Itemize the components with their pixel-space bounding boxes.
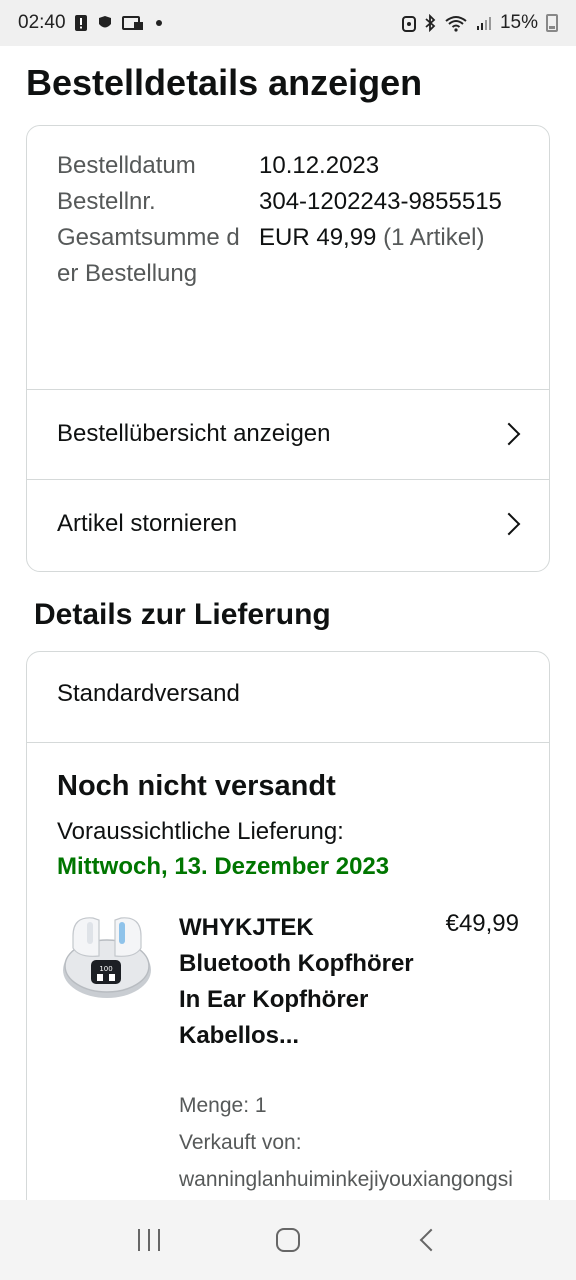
status-time: 02:40 — [18, 12, 66, 33]
shipment-status: Noch nicht versandt — [57, 770, 336, 802]
recents-icon — [138, 1229, 161, 1251]
battery-icon — [546, 14, 558, 32]
alert-icon — [74, 15, 87, 31]
sold-by-label: Verkauft von: — [179, 1131, 302, 1154]
order-total-items: (1 Artikel) — [383, 224, 485, 251]
alarm-icon — [401, 16, 416, 32]
order-total-value: EUR 49,99 — [259, 224, 377, 251]
product-price: €49,99 — [445, 910, 519, 937]
home-icon — [275, 1228, 300, 1252]
cast-icon — [121, 16, 143, 30]
wifi-icon — [445, 16, 467, 32]
battery-percent: 15% — [499, 12, 538, 33]
order-number-label: Bestellnr. — [57, 188, 156, 215]
order-info-grid: Bestelldatum 10.12.2023 Bestellnr. 304-1… — [57, 148, 525, 292]
seller-name[interactable]: wanninglanhuiminkejiyouxiangongsi — [179, 1168, 513, 1192]
status-bar: 02:40 15% — [0, 0, 576, 46]
page-title: Bestelldetails anzeigen — [26, 62, 423, 103]
product-quantity: Menge: 1 — [179, 1094, 267, 1117]
divider — [27, 742, 549, 743]
signal-icon — [476, 17, 491, 30]
case-display-value: 100 — [99, 965, 112, 973]
chevron-right-icon — [497, 422, 521, 446]
order-total-row: Gesamtsumme der Bestellung EUR 49,99 (1 … — [57, 220, 525, 292]
order-date-value: 10.12.2023 — [259, 152, 380, 179]
cancel-items-label: Artikel stornieren — [57, 510, 238, 537]
delivery-card: Standardversand Noch nicht versandt Vora… — [26, 651, 550, 1280]
notification-dot — [155, 20, 162, 26]
order-number-row: Bestellnr. 304-1202243-9855515 — [57, 184, 525, 220]
system-nav-bar — [0, 1200, 576, 1280]
recents-button[interactable] — [119, 1210, 179, 1270]
order-number-value: 304-1202243-9855515 — [259, 188, 502, 215]
order-total-value-wrap: EUR 49,99 (1 Artikel) — [259, 220, 484, 292]
status-bar-left: 02:40 — [18, 12, 162, 34]
status-bar-right: 15% — [401, 12, 558, 34]
delivery-eta-date: Mittwoch, 13. Dezember 2023 — [57, 853, 390, 880]
back-icon — [419, 1228, 442, 1252]
home-button[interactable] — [258, 1210, 318, 1270]
order-total-label: Gesamtsumme der Bestellung — [57, 224, 240, 287]
delivery-section-title: Details zur Lieferung — [34, 598, 331, 631]
bluetooth-icon — [425, 14, 436, 32]
product-title-link[interactable]: WHYKJTEK Bluetooth Kopfhörer In Ear Kopf… — [179, 910, 419, 1054]
shipping-method: Standardversand — [57, 680, 240, 707]
chevron-right-icon — [497, 512, 521, 536]
order-info-card: Bestelldatum 10.12.2023 Bestellnr. 304-1… — [26, 125, 550, 572]
product-image[interactable]: 100 — [59, 908, 155, 1004]
view-order-summary-label: Bestellübersicht anzeigen — [57, 420, 331, 447]
cancel-items-link[interactable]: Artikel stornieren — [27, 479, 549, 569]
app-icon — [98, 16, 111, 28]
back-button[interactable] — [397, 1210, 457, 1270]
order-date-row: Bestelldatum 10.12.2023 — [57, 148, 525, 184]
order-date-label: Bestelldatum — [57, 152, 196, 179]
view-order-summary-link[interactable]: Bestellübersicht anzeigen — [27, 389, 549, 479]
delivery-eta-label: Voraussichtliche Lieferung: — [57, 818, 344, 845]
